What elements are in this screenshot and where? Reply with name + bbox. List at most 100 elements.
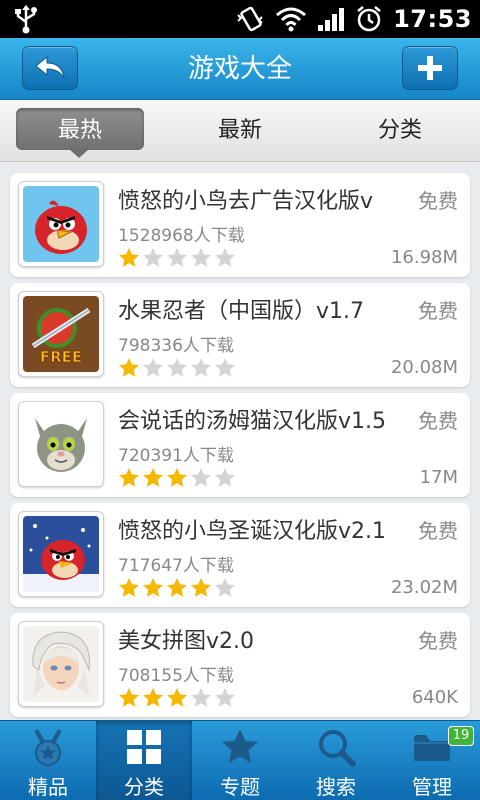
star-filled-icon — [167, 688, 187, 707]
star-filled-icon — [119, 688, 139, 707]
rating-stars — [118, 687, 236, 709]
tab-hot[interactable]: 最热 — [0, 100, 160, 162]
download-count: 720391人下载 — [118, 446, 234, 466]
nav-item-featured[interactable]: 精品 — [0, 721, 96, 800]
rating-stars — [118, 577, 236, 599]
star-empty-icon — [167, 248, 187, 267]
app-price: 免费 — [418, 299, 458, 323]
nav-label: 分类 — [124, 775, 164, 799]
app-size: 23.02M — [390, 577, 458, 598]
grid-icon — [127, 730, 161, 764]
tab-label: 最新 — [217, 118, 262, 143]
nav-item-topics[interactable]: 专题 — [192, 721, 288, 800]
star-filled-icon — [119, 578, 139, 597]
star-icon — [222, 729, 258, 763]
search-icon — [319, 730, 356, 767]
angry-birds-icon — [23, 186, 99, 262]
app-name: 愤怒的小鸟圣诞汉化版v2.1 — [118, 519, 387, 544]
tab-label: 最热 — [57, 118, 102, 143]
update-count-badge: 19 — [448, 726, 474, 746]
download-count: 1528968人下载 — [118, 226, 245, 246]
nav-label: 管理 — [412, 775, 452, 799]
list-item[interactable]: 愤怒的小鸟圣诞汉化版v2.1 免费 717647人下载 23.02M — [10, 503, 470, 607]
app-icon-frame: FREE — [18, 291, 104, 377]
star-empty-icon — [191, 688, 211, 707]
star-filled-icon — [119, 468, 139, 487]
star-filled-icon — [119, 358, 139, 377]
star-empty-icon — [191, 358, 211, 377]
tab-bar: 最热 最新 分类 — [0, 100, 480, 162]
wifi-icon — [276, 7, 307, 32]
app-name: 水果忍者（中国版）v1.7 — [118, 299, 365, 324]
download-count: 717647人下载 — [118, 556, 234, 576]
list-item[interactable]: FREE 水果忍者（中国版）v1.7 免费 798336人下载 20.08M — [10, 283, 470, 387]
nav-label: 搜索 — [316, 775, 356, 799]
star-filled-icon — [167, 468, 187, 487]
signal-icon — [318, 8, 345, 31]
angry-birds-christmas-icon — [23, 516, 99, 592]
app-size: 640K — [411, 687, 458, 708]
status-bar: 17:53 — [0, 0, 480, 38]
list-item[interactable]: 会说话的汤姆猫汉化版v1.5 免费 720391人下载 17M — [10, 393, 470, 497]
nav-label: 专题 — [220, 775, 260, 799]
fruit-ninja-icon: FREE — [23, 296, 99, 372]
rating-stars — [118, 357, 236, 379]
vibrate-icon — [237, 6, 263, 32]
list-item[interactable]: 美女拼图v2.0 免费 708155人下载 640K — [10, 613, 470, 717]
app-name: 会说话的汤姆猫汉化版v1.5 — [118, 409, 387, 434]
app-price: 免费 — [418, 519, 458, 543]
star-empty-icon — [191, 248, 211, 267]
star-empty-icon — [215, 578, 235, 597]
rating-stars — [118, 247, 236, 269]
star-empty-icon — [191, 468, 211, 487]
app-icon-frame — [18, 181, 104, 267]
star-filled-icon — [143, 468, 163, 487]
star-filled-icon — [191, 578, 211, 597]
star-empty-icon — [143, 358, 163, 377]
tab-newest[interactable]: 最新 — [160, 100, 320, 162]
app-size: 16.98M — [390, 247, 458, 268]
app-icon-frame — [18, 621, 104, 707]
star-empty-icon — [143, 248, 163, 267]
svg-text:FREE: FREE — [40, 348, 82, 366]
star-empty-icon — [215, 468, 235, 487]
tab-category[interactable]: 分类 — [320, 100, 480, 162]
star-empty-icon — [215, 248, 235, 267]
download-count: 798336人下载 — [118, 336, 234, 356]
list-item[interactable]: 愤怒的小鸟去广告汉化版v 免费 1528968人下载 16.98M — [10, 173, 470, 277]
star-filled-icon — [143, 688, 163, 707]
add-button[interactable] — [402, 46, 458, 90]
app-icon-frame — [18, 511, 104, 597]
app-name: 愤怒的小鸟去广告汉化版v — [118, 189, 374, 214]
title-bar: 游戏大全 — [0, 38, 480, 100]
star-filled-icon — [143, 578, 163, 597]
nav-item-category[interactable]: 分类 — [96, 721, 192, 800]
star-empty-icon — [215, 688, 235, 707]
app-size: 20.08M — [390, 357, 458, 378]
app-size: 17M — [419, 467, 458, 488]
download-count: 708155人下载 — [118, 666, 234, 686]
app-price: 免费 — [418, 629, 458, 653]
nav-label: 精品 — [28, 775, 68, 799]
clock-time: 17:53 — [393, 5, 472, 33]
medal-icon — [34, 729, 62, 766]
app-list[interactable]: 愤怒的小鸟去广告汉化版v 免费 1528968人下载 16.98M FREE 水… — [0, 163, 480, 720]
star-filled-icon — [167, 578, 187, 597]
folder-icon — [414, 735, 450, 761]
plus-icon — [418, 56, 442, 80]
talking-tom-icon — [23, 406, 99, 482]
star-filled-icon — [119, 248, 139, 267]
app-name: 美女拼图v2.0 — [118, 629, 255, 654]
usb-icon — [15, 5, 37, 34]
star-empty-icon — [215, 358, 235, 377]
bottom-nav: 精品 分类 专题 搜索 19 管理 — [0, 720, 480, 800]
tab-label: 分类 — [377, 118, 422, 143]
app-icon-frame — [18, 401, 104, 487]
beauty-puzzle-icon — [23, 626, 99, 702]
star-empty-icon — [167, 358, 187, 377]
rating-stars — [118, 467, 236, 489]
nav-item-manage[interactable]: 19 管理 — [384, 721, 480, 800]
nav-item-search[interactable]: 搜索 — [288, 721, 384, 800]
alarm-icon — [357, 6, 381, 32]
app-price: 免费 — [418, 189, 458, 213]
